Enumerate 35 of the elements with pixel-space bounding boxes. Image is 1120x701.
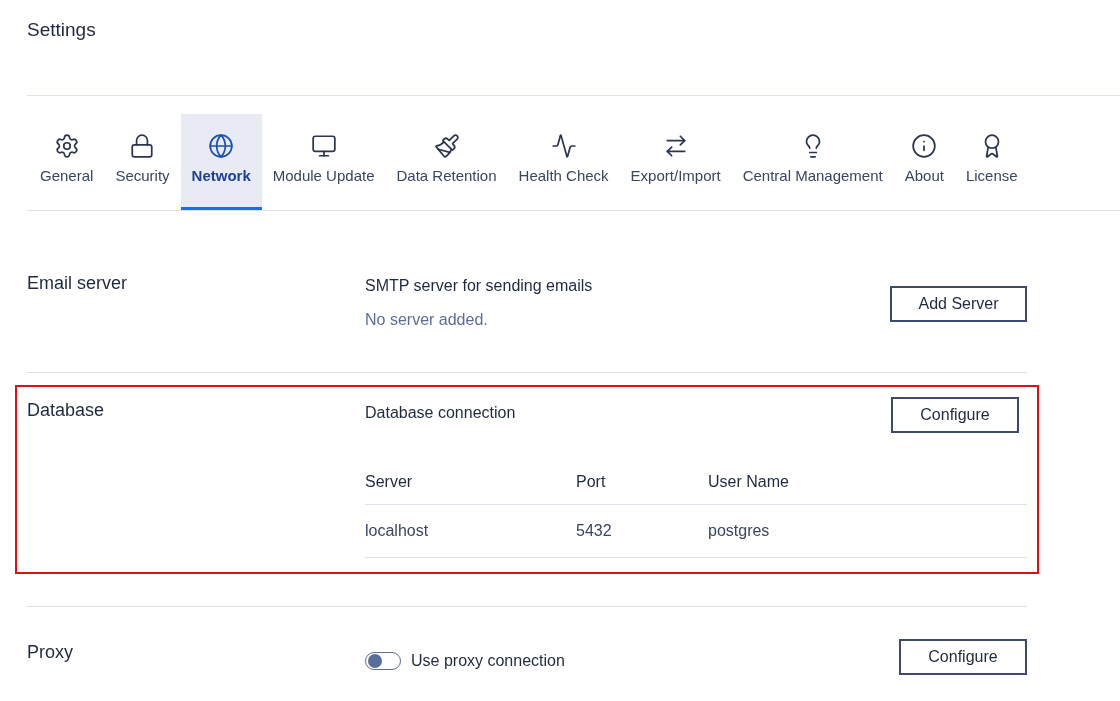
settings-tab[interactable]: Export/Import: [619, 114, 732, 210]
toggle-label: Use proxy connection: [411, 651, 565, 671]
settings-tab[interactable]: Health Check: [507, 114, 620, 210]
section-label: Proxy: [27, 641, 74, 664]
settings-tab[interactable]: General: [29, 114, 105, 210]
settings-tab[interactable]: Security: [104, 114, 181, 210]
settings-tab[interactable]: About: [893, 114, 955, 210]
brush-icon: [433, 133, 460, 160]
section-heading: SMTP server for sending emails: [365, 276, 594, 296]
empty-message: No server added.: [365, 310, 489, 330]
settings-tab[interactable]: Central Management: [731, 114, 894, 210]
info-icon: [911, 133, 938, 160]
add-server-button[interactable]: Add Server: [890, 286, 1027, 322]
section-heading: Database connection: [365, 403, 516, 423]
section-label: Database: [27, 399, 106, 422]
table-cell-text: 5432: [576, 521, 613, 541]
page-title: Settings: [27, 19, 96, 40]
gear-icon: [53, 133, 80, 160]
settings-tab[interactable]: Module Update: [261, 114, 386, 210]
monitor-icon: [310, 133, 337, 160]
toggle-switch[interactable]: [365, 652, 401, 670]
column-header: User Name: [708, 471, 789, 492]
configure-button[interactable]: Configure: [899, 639, 1027, 675]
section-label: Email server: [27, 272, 129, 295]
settings-tab[interactable]: License: [954, 114, 1029, 210]
pulse-icon: [550, 133, 577, 160]
settings-tab[interactable]: Data Retention: [385, 114, 508, 210]
globe-icon: [208, 133, 235, 160]
column-header: Port: [576, 471, 607, 492]
settings-tab[interactable]: Network: [180, 114, 262, 210]
table-cell-text: postgres: [708, 521, 770, 541]
column-header: Server: [365, 471, 414, 492]
lock-icon: [129, 133, 156, 160]
configure-button[interactable]: Configure: [891, 397, 1019, 433]
table-cell-text: localhost: [365, 521, 430, 541]
